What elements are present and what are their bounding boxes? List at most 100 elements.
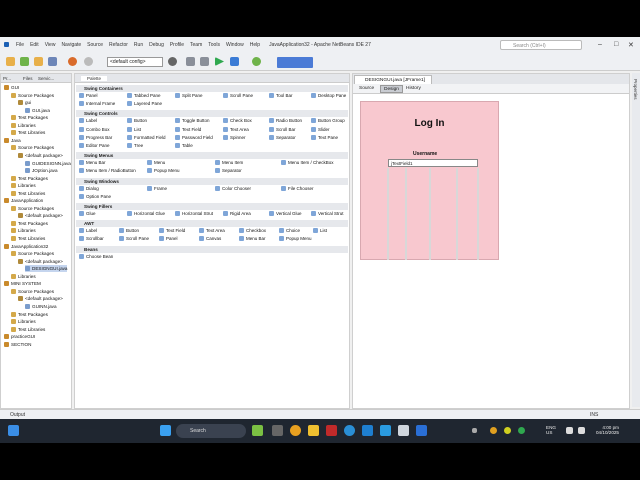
vscode-icon[interactable] [380, 425, 391, 436]
redo-icon[interactable] [84, 57, 93, 66]
palette-item[interactable]: Combo Box [79, 126, 110, 132]
palette-item[interactable]: Text Field [159, 228, 185, 234]
palette-item[interactable]: Tabbed Pane [127, 93, 161, 98]
palette-item[interactable]: Internal Frame [79, 101, 115, 107]
palette-item[interactable]: Canvas [199, 236, 221, 242]
chevron-up-icon[interactable] [472, 428, 477, 433]
tab-palette[interactable]: Palette [81, 76, 108, 81]
build-icon[interactable] [186, 57, 195, 66]
palette-item[interactable]: Panel [159, 236, 178, 242]
tree-node[interactable]: GUIDESIGNN.java [25, 160, 71, 167]
tab-files[interactable]: Files [23, 76, 33, 81]
palette-item[interactable]: Text Area [199, 228, 225, 234]
username-label[interactable]: Username [413, 151, 437, 157]
palette-item[interactable]: Split Pane [175, 93, 203, 98]
copilot-icon[interactable] [252, 425, 263, 436]
palette-item[interactable]: Spinner [223, 134, 246, 140]
palette-category-windows[interactable]: Swing Windows [76, 177, 348, 185]
palette-category-awt[interactable]: AWT [76, 220, 348, 228]
tree-node[interactable]: Test Libraries [11, 235, 45, 242]
tree-node[interactable]: Source Packages [11, 205, 54, 212]
view-design-button[interactable]: Design [380, 85, 403, 93]
close-icon[interactable]: ✕ [628, 41, 634, 49]
palette-item[interactable]: Formatted Field [127, 134, 166, 140]
netbeans-taskbar-icon[interactable] [398, 425, 409, 436]
palette-item[interactable]: Horizontal Glue [127, 211, 165, 216]
tree-node[interactable]: SECTION [4, 341, 31, 348]
palette-item[interactable]: Check Box [223, 118, 252, 124]
tree-node[interactable]: Test Packages [11, 311, 48, 318]
palette-item[interactable]: Rigid Area [223, 211, 251, 216]
palette-item[interactable]: File Chooser [281, 185, 314, 191]
edge-icon[interactable] [344, 425, 355, 436]
chrome-icon[interactable] [290, 425, 301, 436]
tree-node[interactable]: Libraries [11, 318, 36, 325]
tree-node[interactable]: Test Packages [11, 175, 48, 182]
palette-item[interactable]: Editor Pane [79, 143, 110, 148]
settings-icon[interactable] [168, 57, 177, 66]
palette-item[interactable]: Tree [127, 143, 143, 148]
palette-item[interactable]: Text Area [223, 126, 249, 132]
palette-category-controls[interactable]: Swing Controls [76, 110, 348, 118]
tree-node[interactable]: GUI.java [25, 107, 50, 114]
palette-item[interactable]: Panel [79, 93, 98, 98]
palette-item[interactable]: Slider [311, 126, 330, 132]
new-project-icon[interactable] [6, 57, 15, 66]
tray-icon[interactable] [518, 427, 525, 434]
palette-item[interactable]: Menu Item / CheckBox [281, 160, 334, 166]
palette-item[interactable]: Button Group [311, 118, 345, 124]
username-text-field[interactable]: jTextField1 [388, 159, 478, 167]
tree-node[interactable]: <default package> [18, 258, 63, 265]
tab-services[interactable]: Servic... [38, 76, 54, 81]
palette-item[interactable]: Horizontal Strut [175, 211, 213, 216]
palette-item[interactable]: Vertical Glue [269, 211, 302, 216]
tree-node[interactable]: Libraries [11, 273, 36, 280]
palette-item[interactable]: Label [79, 228, 97, 234]
tree-node[interactable]: GUI [4, 84, 19, 91]
form-title-label[interactable]: Log In [361, 118, 498, 129]
tree-node[interactable]: Libraries [11, 122, 36, 129]
tree-node[interactable]: Java [4, 137, 21, 144]
tree-node[interactable]: Test Libraries [11, 326, 45, 333]
output-tab[interactable]: Output [10, 412, 25, 418]
palette-item[interactable]: Choose Bean [79, 253, 113, 259]
memory-indicator[interactable] [277, 57, 313, 68]
palette-item[interactable]: Progress Bar [79, 134, 112, 140]
app-icon[interactable] [416, 425, 427, 436]
run-icon[interactable] [215, 57, 224, 66]
palette-item[interactable]: Menu Item / RadioButton [79, 168, 136, 174]
palette-category-beans[interactable]: Beans [76, 245, 348, 253]
palette-item[interactable]: Color Chooser [215, 185, 251, 191]
palette-item[interactable]: List [127, 126, 141, 132]
tree-node[interactable]: Test Libraries [11, 129, 45, 136]
palette-item[interactable]: Text Pane [311, 134, 338, 140]
tree-node[interactable]: gui [18, 99, 31, 106]
palette-item[interactable]: Radio Button [269, 118, 302, 124]
tree-node[interactable]: Source Packages [11, 288, 54, 295]
palette-category-containers[interactable]: Swing Containers [76, 85, 348, 92]
tree-node[interactable]: <default package> [18, 152, 63, 159]
palette-item[interactable]: List [313, 228, 327, 234]
palette-item[interactable]: Scrollbar [79, 236, 104, 242]
palette-item[interactable]: Scroll Bar [269, 126, 296, 132]
debug-icon[interactable] [230, 57, 239, 66]
tree-node[interactable]: <default package> [18, 212, 63, 219]
palette-item[interactable]: Menu Bar [239, 236, 266, 242]
new-file-icon[interactable] [20, 57, 29, 66]
palette-item[interactable]: Frame [147, 185, 167, 191]
palette-item[interactable]: Checkbox [239, 228, 266, 234]
palette-item[interactable]: Glue [79, 211, 96, 216]
widgets-icon[interactable] [8, 425, 19, 436]
profile-icon[interactable] [252, 57, 261, 66]
palette-item[interactable]: Menu Bar [79, 160, 106, 166]
palette-item[interactable]: Menu Item [215, 160, 243, 166]
volume-icon[interactable] [578, 427, 585, 434]
palette-item[interactable]: Popup Menu [279, 236, 312, 242]
start-icon[interactable] [160, 425, 171, 436]
file-explorer-icon[interactable] [308, 425, 319, 436]
search-input[interactable]: Search (Ctrl+I) [500, 40, 582, 50]
tree-node[interactable]: MINI SYSTEM [4, 280, 41, 287]
tree-node[interactable]: Source Packages [11, 250, 54, 257]
save-all-icon[interactable] [48, 57, 57, 66]
config-select[interactable]: <default config> [107, 57, 163, 67]
